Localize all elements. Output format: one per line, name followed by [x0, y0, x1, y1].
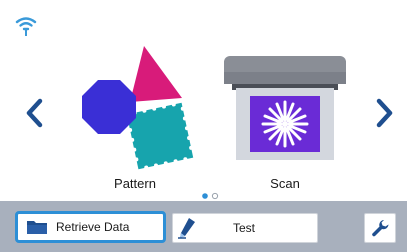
pattern-tile[interactable]: Pattern	[60, 32, 210, 202]
retrieve-data-label: Retrieve Data	[56, 220, 130, 234]
wrench-icon	[372, 220, 389, 237]
page-dot-inactive	[211, 192, 219, 200]
chevron-left-icon[interactable]	[23, 96, 47, 130]
page-dot-active	[202, 193, 208, 199]
scan-icon	[224, 56, 346, 160]
pen-blade-icon	[178, 218, 195, 239]
test-button[interactable]: Test	[172, 213, 318, 243]
page-indicator	[202, 192, 219, 200]
pattern-label: Pattern	[114, 176, 156, 191]
scan-label: Scan	[270, 176, 300, 191]
test-label: Test	[233, 221, 256, 235]
retrieve-data-button[interactable]: Retrieve Data	[15, 211, 166, 243]
wifi-icon	[15, 17, 37, 36]
folder-icon	[27, 221, 47, 234]
settings-button[interactable]	[364, 213, 396, 243]
pattern-shapes-icon	[82, 46, 194, 170]
chevron-right-icon[interactable]	[372, 96, 396, 130]
home-screen: Pattern Scan Retrieve Data Test	[0, 0, 407, 252]
scan-tile[interactable]: Scan	[210, 32, 360, 202]
